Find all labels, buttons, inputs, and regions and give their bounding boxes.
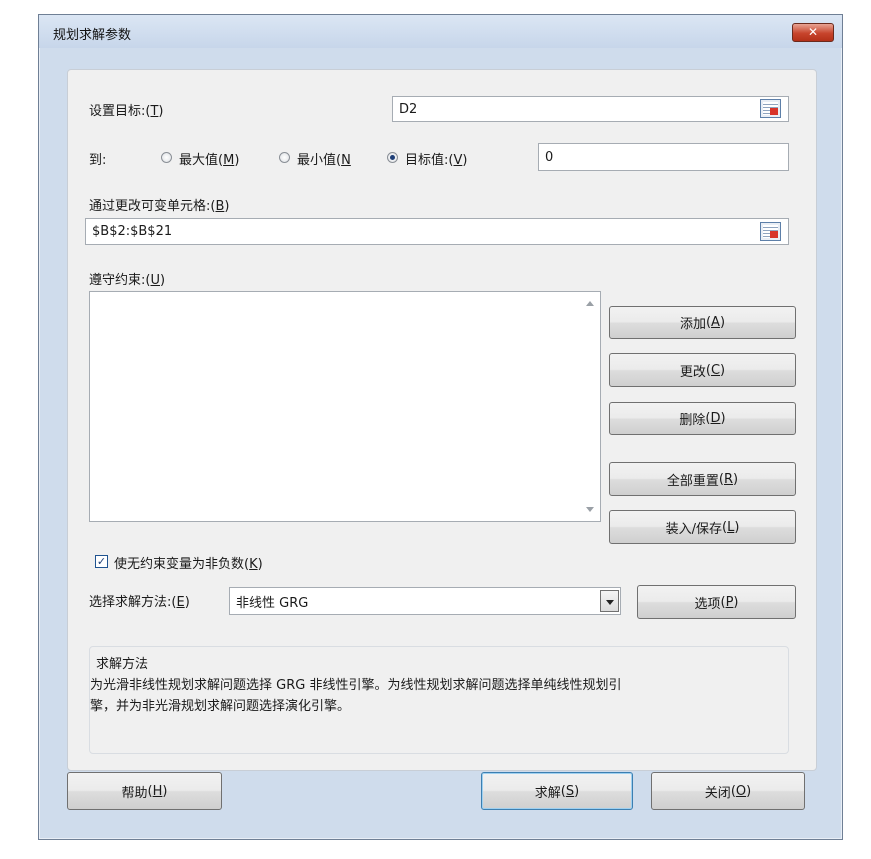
change-button-hotkey: C xyxy=(710,362,721,378)
objective-value: D2 xyxy=(399,101,418,117)
constraints-hotkey: U xyxy=(150,273,160,288)
radio-max-hotkey: M xyxy=(223,153,235,168)
changing-cells-value: $B$2:$B$21 xyxy=(92,224,173,239)
add-button[interactable]: 添加(A) xyxy=(609,306,796,339)
changing-cells-input[interactable]: $B$2:$B$21 xyxy=(85,218,789,245)
objective-label-text: 设置目标: xyxy=(89,104,146,119)
nonneg-hotkey: K xyxy=(249,557,258,572)
nonneg-text: 使无约束变量为非负数 xyxy=(114,557,245,572)
objective-hotkey: T xyxy=(150,104,159,119)
changing-cells-text: 通过更改可变单元格: xyxy=(89,199,211,214)
radio-value-of-hotkey: V xyxy=(453,153,463,168)
constraints-list[interactable] xyxy=(89,291,601,522)
nonneg-label: 使无约束变量为非负数(K) xyxy=(114,557,263,572)
value-of-input[interactable]: 0 xyxy=(538,143,789,171)
options-button[interactable]: 选项(P) xyxy=(637,585,796,619)
radio-min[interactable] xyxy=(279,152,290,163)
constraints-text: 遵守约束: xyxy=(89,273,146,288)
add-button-hotkey: A xyxy=(711,315,720,330)
radio-min-text: 最小值 xyxy=(297,153,337,168)
collapse-dialog-icon-2[interactable] xyxy=(760,222,781,241)
chevron-down-icon[interactable] xyxy=(600,590,619,612)
close-button-text: 关闭 xyxy=(704,785,731,801)
objective-label: 设置目标:(T) xyxy=(89,104,164,119)
radio-value-of-label: 目标值:(V) xyxy=(405,153,468,168)
help-button-hotkey: H xyxy=(152,783,163,799)
add-button-text: 添加 xyxy=(679,317,706,332)
to-label: 到: xyxy=(89,153,107,168)
method-value: 非线性 GRG xyxy=(236,595,309,611)
method-info-line1: 为光滑非线性规划求解问题选择 GRG 非线性引擎。为线性规划求解问题选择单纯线性… xyxy=(90,678,622,693)
method-info-line2: 擎，并为非光滑规划求解问题选择演化引擎。 xyxy=(90,699,351,714)
delete-button-hotkey: D xyxy=(710,411,721,426)
main-panel: 设置目标:(T) D2 到: 最大值(M) 最小值(N 目标值:(V) 0 通过… xyxy=(67,69,817,771)
objective-input[interactable]: D2 xyxy=(392,96,789,122)
options-button-hotkey: P xyxy=(725,594,734,610)
change-button-text: 更改 xyxy=(679,364,706,380)
radio-min-hotkey: N xyxy=(341,153,351,168)
solve-button-text: 求解 xyxy=(534,785,561,801)
delete-button[interactable]: 删除(D) xyxy=(609,402,796,435)
radio-value-of-text: 目标值: xyxy=(405,153,449,168)
scroll-down-icon[interactable] xyxy=(586,507,594,512)
reset-all-button-hotkey: R xyxy=(723,471,734,487)
changing-cells-hotkey: B xyxy=(215,199,225,214)
close-icon: ✕ xyxy=(807,25,819,39)
method-info-title: 求解方法 xyxy=(96,657,149,672)
dialog-title: 规划求解参数 xyxy=(53,28,132,43)
load-save-button-text: 装入/保存 xyxy=(665,521,722,537)
method-label: 选择求解方法:(E) xyxy=(89,595,190,610)
radio-max[interactable] xyxy=(161,152,172,163)
radio-min-label: 最小值(N xyxy=(297,153,351,168)
radio-value-of[interactable] xyxy=(387,152,398,163)
constraints-scrollbar[interactable] xyxy=(583,292,600,521)
value-of-value: 0 xyxy=(545,149,554,165)
solver-parameters-dialog: 规划求解参数 ✕ 设置目标:(T) D2 到: 最大值(M) 最小值(N 目标值… xyxy=(38,14,843,840)
constraints-label: 遵守约束:(U) xyxy=(89,273,166,288)
method-select[interactable]: 非线性 GRG xyxy=(229,587,621,615)
delete-button-text: 删除 xyxy=(679,413,706,428)
title-bar[interactable]: 规划求解参数 ✕ xyxy=(39,15,842,48)
close-button-hotkey: O xyxy=(735,783,747,799)
radio-max-text: 最大值 xyxy=(179,153,219,168)
help-button-text: 帮助 xyxy=(121,785,148,801)
close-window-button[interactable]: ✕ xyxy=(792,23,834,42)
collapse-dialog-icon[interactable] xyxy=(760,99,781,118)
method-info-group: 求解方法 为光滑非线性规划求解问题选择 GRG 非线性引擎。为线性规划求解问题选… xyxy=(89,646,789,754)
change-button[interactable]: 更改(C) xyxy=(609,353,796,387)
changing-cells-label: 通过更改可变单元格:(B) xyxy=(89,199,230,214)
options-button-text: 选项 xyxy=(694,596,721,612)
method-label-text: 选择求解方法: xyxy=(89,595,172,610)
close-button[interactable]: 关闭(O) xyxy=(651,772,805,810)
reset-all-button[interactable]: 全部重置(R) xyxy=(609,462,796,496)
radio-max-label: 最大值(M) xyxy=(179,153,240,168)
method-hotkey: E xyxy=(176,595,185,610)
load-save-button[interactable]: 装入/保存(L) xyxy=(609,510,796,544)
scroll-up-icon[interactable] xyxy=(586,301,594,306)
nonneg-checkbox[interactable]: ✓ xyxy=(95,555,108,568)
solve-button[interactable]: 求解(S) xyxy=(481,772,633,810)
load-save-button-hotkey: L xyxy=(727,519,735,535)
reset-all-button-text: 全部重置 xyxy=(666,473,719,489)
solve-button-hotkey: S xyxy=(565,783,575,799)
help-button[interactable]: 帮助(H) xyxy=(67,772,222,810)
